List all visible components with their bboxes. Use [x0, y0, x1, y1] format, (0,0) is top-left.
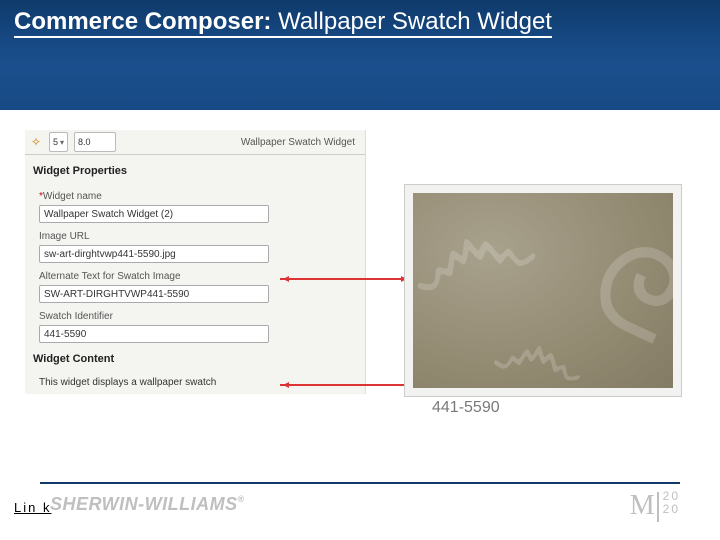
panel-toolbar: ✧ 5▾ 8.0 Wallpaper Swatch Widget [25, 130, 365, 155]
page-title: Commerce Composer: Wallpaper Swatch Widg… [14, 8, 552, 38]
title-rest: Wallpaper Swatch Widget [271, 8, 552, 35]
footer: Lin k SHERWIN-WILLIAMS® M 2020 [0, 470, 720, 540]
arrow-image-to-swatch [280, 278, 410, 280]
label-alt-text: Alternate Text for Swatch Image [39, 271, 351, 282]
footer-link[interactable]: Lin k [14, 500, 51, 515]
widget-description: This widget displays a wallpaper swatch [25, 371, 365, 394]
properties-panel: ✧ 5▾ 8.0 Wallpaper Swatch Widget Widget … [25, 130, 366, 394]
title-bold: Commerce Composer: [14, 8, 271, 35]
section-content: Widget Content [25, 343, 365, 371]
label-image-url: Image URL [39, 231, 351, 242]
chevron-down-icon: ▾ [60, 138, 64, 147]
footer-rule [40, 482, 680, 484]
seq-field[interactable]: 5▾ [49, 132, 68, 152]
breadcrumb: Wallpaper Swatch Widget [241, 137, 355, 148]
swatch-preview: ෴ ᘓ ෴ [405, 185, 681, 396]
version-field[interactable]: 8.0 [74, 132, 116, 152]
section-properties: Widget Properties [25, 155, 365, 183]
sherwin-williams-logo: SHERWIN-WILLIAMS® [50, 494, 245, 515]
input-swatch-id[interactable]: 441-5590 [39, 325, 269, 343]
swatch-caption: 441-5590 [432, 399, 500, 417]
label-swatch-id: Swatch Identifier [39, 311, 351, 322]
favorite-icon[interactable]: ✧ [29, 135, 43, 149]
label-widget-name: Widget name [43, 191, 102, 202]
input-image-url[interactable]: sw-art-dirghtvwp441-5590.jpg [39, 245, 269, 263]
input-widget-name[interactable]: Wallpaper Swatch Widget (2) [39, 205, 269, 223]
input-alt-text[interactable]: SW-ART-DIRGHTVWP441-5590 [39, 285, 269, 303]
m2020-logo: M 2020 [630, 490, 680, 522]
